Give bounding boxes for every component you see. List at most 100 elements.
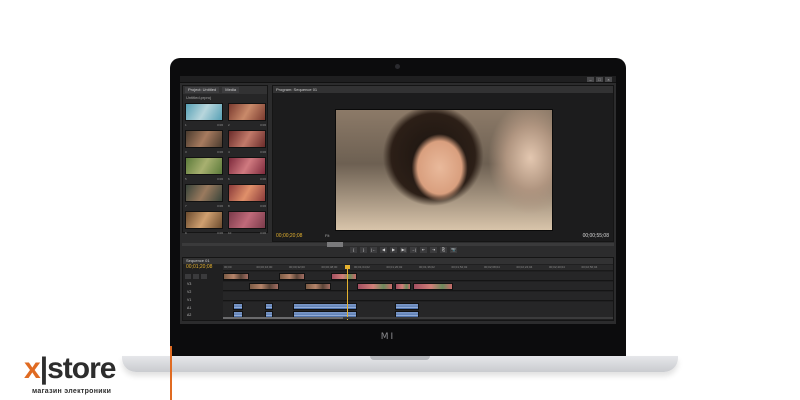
- transport-button[interactable]: ▶: [390, 247, 397, 253]
- media-bin-item[interactable]: 10 0:06: [228, 211, 266, 235]
- lid-notch: [370, 356, 430, 360]
- transport-button[interactable]: ⇤: [420, 247, 427, 253]
- track-label-a2: A2: [187, 313, 192, 317]
- clip-thumbnail[interactable]: [228, 103, 266, 121]
- maximize-icon[interactable]: □: [596, 77, 603, 82]
- settings-icon[interactable]: [201, 274, 207, 279]
- transport-button[interactable]: {: [350, 247, 357, 253]
- video-clip[interactable]: [395, 283, 411, 290]
- close-icon[interactable]: ×: [605, 77, 612, 82]
- clip-thumbnail[interactable]: [228, 184, 266, 202]
- track-headers: V3 V2 V1 A1 A2: [185, 270, 221, 320]
- tab-program[interactable]: Program: Sequence 01: [273, 86, 613, 93]
- minimize-icon[interactable]: –: [587, 77, 594, 82]
- transport-button[interactable]: →|: [410, 247, 417, 253]
- clip-duration: 0:06: [260, 177, 266, 181]
- clip-duration: 0:06: [217, 231, 223, 235]
- scrollbar-thumb[interactable]: [223, 317, 343, 319]
- time-ruler[interactable]: 00;00 00;00;16;00 00;00;32;00 00;00;48;00 00…: [223, 265, 613, 271]
- clip-index: 7: [185, 204, 187, 208]
- clip-duration: 0:06: [260, 204, 266, 208]
- media-bin-item[interactable]: 2 0:06: [228, 103, 266, 127]
- ruler-tick-label: 00;00;32;00: [289, 265, 305, 269]
- track-label-v3: V3: [187, 282, 192, 286]
- video-clip[interactable]: [305, 283, 331, 290]
- media-bin-item[interactable]: 6 0:06: [228, 157, 266, 181]
- laptop-lid: – □ × Project: Untitled Media Untitled.p…: [170, 58, 626, 358]
- clip-index: 10: [228, 231, 232, 235]
- tab-media[interactable]: Media: [222, 87, 240, 93]
- ruler-tick-label: 00;01;20;02: [386, 265, 403, 269]
- clip-thumbnail[interactable]: [185, 157, 223, 175]
- product-photo: – □ × Project: Untitled Media Untitled.p…: [0, 0, 800, 400]
- ruler-tick-label: 00;00;16;00: [256, 265, 273, 269]
- playhead[interactable]: [345, 265, 350, 320]
- clip-duration: 0:06: [260, 231, 266, 235]
- ruler-tick-label: 00;01;36;02: [419, 265, 435, 269]
- window-controls: – □ ×: [587, 77, 612, 82]
- clip-thumbnail[interactable]: [185, 103, 223, 121]
- track-v1: [223, 292, 613, 301]
- program-timecode[interactable]: 00;00;20;08: [276, 233, 302, 239]
- ruler-tick-label: 00;01;04;02: [354, 265, 370, 269]
- clip-index: 1: [185, 123, 187, 127]
- track-area[interactable]: 00;00 00;00;16;00 00;00;32;00 00;00;48;00 00…: [223, 265, 613, 320]
- video-clip[interactable]: [331, 273, 357, 280]
- transport-button[interactable]: |←: [370, 247, 377, 253]
- zoom-select[interactable]: Fit: [325, 233, 329, 238]
- program-scrubber[interactable]: [182, 242, 614, 247]
- video-clip[interactable]: [223, 273, 249, 280]
- media-bin-item[interactable]: 3 0:06: [185, 130, 223, 154]
- media-bin-item[interactable]: 7 0:06: [185, 184, 223, 208]
- track-label-a1: A1: [187, 306, 192, 310]
- video-clip[interactable]: [249, 283, 279, 290]
- media-bin-item[interactable]: 8 0:06: [228, 184, 266, 208]
- video-clip[interactable]: [279, 273, 305, 280]
- timeline-scrollbar[interactable]: [223, 317, 613, 319]
- transport-button[interactable]: 📷: [450, 247, 457, 253]
- ruler-tick-label: 00;02;24;04: [516, 265, 533, 269]
- track-label-v2: V2: [187, 290, 192, 294]
- clip-index: 5: [185, 177, 187, 181]
- media-bin-item[interactable]: 9 0:06: [185, 211, 223, 235]
- clip-thumbnail[interactable]: [185, 211, 223, 229]
- media-bin-item[interactable]: 5 0:06: [185, 157, 223, 181]
- audio-clip[interactable]: [265, 303, 273, 310]
- media-bin-item[interactable]: 1 0:06: [185, 103, 223, 127]
- video-preview: [335, 109, 553, 231]
- marker-icon[interactable]: [193, 274, 199, 279]
- ruler-tick-label: 00;01;52;02: [451, 265, 468, 269]
- clip-thumbnail[interactable]: [185, 130, 223, 148]
- store-logo-name: |store: [39, 352, 117, 385]
- clip-thumbnail[interactable]: [228, 211, 266, 229]
- project-path: Untitled.prproj: [186, 95, 211, 100]
- audio-clip[interactable]: [233, 303, 243, 310]
- clip-thumbnail[interactable]: [228, 130, 266, 148]
- clip-thumbnail[interactable]: [185, 184, 223, 202]
- scrubber-handle[interactable]: [327, 242, 343, 247]
- transport-button[interactable]: ⇥: [430, 247, 437, 253]
- tab-project[interactable]: Project: Untitled: [185, 87, 220, 93]
- transport-button[interactable]: }: [360, 247, 367, 253]
- store-logo-wordmark: x|store: [24, 352, 117, 386]
- transport-button[interactable]: ▶|: [400, 247, 407, 253]
- media-bin-item[interactable]: 4 0:06: [228, 130, 266, 154]
- app-titlebar: – □ ×: [180, 76, 616, 83]
- store-logo-divider: [170, 346, 172, 400]
- clip-thumbnail[interactable]: [228, 157, 266, 175]
- program-duration: 00;00;55;08: [582, 233, 609, 239]
- clip-duration: 0:06: [217, 150, 223, 154]
- clip-duration: 0:06: [217, 123, 223, 127]
- program-monitor: Program: Sequence 01 00;00;20;08 Fit 00;…: [272, 85, 614, 242]
- clip-index: 6: [228, 177, 230, 181]
- video-clip[interactable]: [357, 283, 393, 290]
- transport-button[interactable]: ⎘: [440, 247, 447, 253]
- track-label-v1: V1: [187, 298, 192, 302]
- clip-index: 4: [228, 150, 230, 154]
- tab-sequence[interactable]: Sequence 01: [183, 258, 613, 264]
- video-clip[interactable]: [413, 283, 453, 290]
- audio-clip[interactable]: [395, 303, 419, 310]
- clip-duration: 0:06: [260, 123, 266, 127]
- transport-button[interactable]: ◀: [380, 247, 387, 253]
- snap-icon[interactable]: [185, 274, 191, 279]
